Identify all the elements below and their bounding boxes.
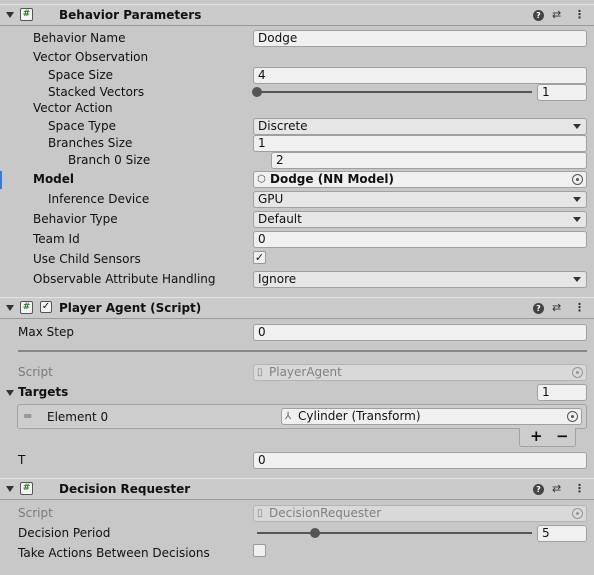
element-0-object-field[interactable]: ⅄ Cylinder (Transform) <box>281 408 582 425</box>
behavior-type-label: Behavior Type <box>33 212 118 226</box>
section-divider <box>18 350 587 352</box>
branch-0-size-input[interactable]: 2 <box>271 152 587 169</box>
object-picker-icon <box>572 367 583 378</box>
element-0-label: Element 0 <box>47 410 109 424</box>
model-value: Dodge (NN Model) <box>270 172 394 186</box>
vector-action-label: Vector Action <box>33 101 113 115</box>
remove-element-button[interactable]: − <box>556 427 569 445</box>
behavior-name-input[interactable]: Dodge <box>253 30 587 47</box>
more-options-icon[interactable]: ⋮ <box>574 8 585 21</box>
more-options-icon[interactable]: ⋮ <box>574 301 585 314</box>
script-object-field: ▯ DecisionRequester <box>253 505 587 522</box>
preset-settings-icon[interactable]: ⇄ <box>552 482 561 495</box>
transform-icon: ⅄ <box>285 411 292 422</box>
use-child-sensors-checkbox[interactable]: ✓ <box>253 251 266 264</box>
element-0-value: Cylinder (Transform) <box>298 409 421 423</box>
space-type-dropdown[interactable]: Discrete <box>253 118 587 135</box>
nn-model-icon: ⬡ <box>257 174 266 185</box>
max-step-input[interactable]: 0 <box>253 324 587 341</box>
inference-device-label: Inference Device <box>48 192 150 206</box>
preset-settings-icon[interactable]: ⇄ <box>552 8 561 21</box>
behavior-name-label: Behavior Name <box>33 31 126 45</box>
vector-observation-label: Vector Observation <box>33 50 149 64</box>
team-id-label: Team Id <box>33 232 80 246</box>
space-size-input[interactable]: 4 <box>253 67 587 84</box>
help-icon[interactable]: ? <box>533 484 544 495</box>
dropdown-arrow-icon <box>573 217 581 222</box>
help-icon[interactable]: ? <box>533 303 544 314</box>
component-title: Player Agent (Script) <box>59 301 202 315</box>
fold-arrow-icon[interactable] <box>6 486 14 492</box>
decision-period-slider-track[interactable] <box>257 532 532 534</box>
script-icon: # <box>20 482 33 495</box>
stacked-vectors-label: Stacked Vectors <box>48 85 145 99</box>
script-file-icon: ▯ <box>257 508 263 519</box>
dropdown-arrow-icon <box>573 277 581 282</box>
dropdown-arrow-icon <box>573 197 581 202</box>
targets-fold-arrow-icon[interactable] <box>6 390 14 396</box>
object-picker-icon[interactable] <box>572 174 583 185</box>
dropdown-arrow-icon <box>573 124 581 129</box>
drag-handle-icon[interactable]: ═ <box>24 409 31 423</box>
space-type-value: Discrete <box>258 119 308 133</box>
script-label: Script <box>18 365 53 379</box>
stacked-vectors-slider-track[interactable] <box>257 91 532 93</box>
targets-size-input[interactable]: 1 <box>537 384 587 401</box>
decision-requester-header[interactable]: # Decision Requester ? ⇄ ⋮ <box>0 478 594 500</box>
targets-list: ═ Element 0 ⅄ Cylinder (Transform) <box>17 404 587 429</box>
branches-size-input[interactable]: 1 <box>253 135 587 152</box>
inference-device-dropdown[interactable]: GPU <box>253 191 587 208</box>
model-label: Model <box>33 172 75 186</box>
list-add-remove-box: + − <box>519 427 576 447</box>
t-label: T <box>18 453 26 467</box>
observable-attribute-label: Observable Attribute Handling <box>33 272 216 286</box>
fold-arrow-icon[interactable] <box>6 12 14 18</box>
model-object-field[interactable]: ⬡ Dodge (NN Model) <box>253 171 587 188</box>
object-picker-icon <box>572 508 583 519</box>
space-type-label: Space Type <box>48 119 116 133</box>
fold-arrow-icon[interactable] <box>6 305 14 311</box>
script-value: PlayerAgent <box>269 365 342 379</box>
script-icon: # <box>20 301 33 314</box>
script-icon: # <box>20 8 33 21</box>
decision-period-slider-thumb[interactable] <box>309 528 320 538</box>
behavior-parameters-header[interactable]: # Behavior Parameters ? ⇄ ⋮ <box>0 4 594 26</box>
inference-device-value: GPU <box>258 192 284 206</box>
behavior-type-dropdown[interactable]: Default <box>253 211 587 228</box>
object-picker-icon[interactable] <box>567 411 578 422</box>
space-size-label: Space Size <box>48 68 114 82</box>
player-agent-header[interactable]: # ✓ Player Agent (Script) ? ⇄ ⋮ <box>0 297 594 319</box>
stacked-vectors-slider-thumb[interactable] <box>252 87 262 97</box>
take-actions-label: Take Actions Between Decisions <box>18 546 210 560</box>
preset-settings-icon[interactable]: ⇄ <box>552 301 561 314</box>
targets-label: Targets <box>18 385 69 399</box>
script-file-icon: ▯ <box>257 367 263 378</box>
more-options-icon[interactable]: ⋮ <box>574 482 585 495</box>
t-input[interactable]: 0 <box>253 452 587 469</box>
stacked-vectors-input[interactable]: 1 <box>537 84 587 101</box>
take-actions-checkbox[interactable] <box>253 544 266 557</box>
use-child-sensors-label: Use Child Sensors <box>33 252 141 266</box>
observable-attribute-value: Ignore <box>258 272 297 286</box>
branch-0-size-label: Branch 0 Size <box>68 153 151 167</box>
modified-indicator <box>0 171 2 189</box>
component-title: Decision Requester <box>59 482 191 496</box>
decision-period-input[interactable]: 5 <box>537 525 587 542</box>
behavior-type-value: Default <box>258 212 302 226</box>
branches-size-label: Branches Size <box>48 136 133 150</box>
team-id-input[interactable]: 0 <box>253 231 587 248</box>
script-label: Script <box>18 506 53 520</box>
component-enabled-checkbox[interactable]: ✓ <box>40 301 52 313</box>
component-title: Behavior Parameters <box>59 8 202 22</box>
script-object-field: ▯ PlayerAgent <box>253 364 587 381</box>
max-step-label: Max Step <box>18 325 74 339</box>
decision-period-label: Decision Period <box>18 526 111 540</box>
script-value: DecisionRequester <box>269 506 382 520</box>
help-icon[interactable]: ? <box>533 10 544 21</box>
observable-attribute-dropdown[interactable]: Ignore <box>253 271 587 288</box>
add-element-button[interactable]: + <box>530 427 543 445</box>
